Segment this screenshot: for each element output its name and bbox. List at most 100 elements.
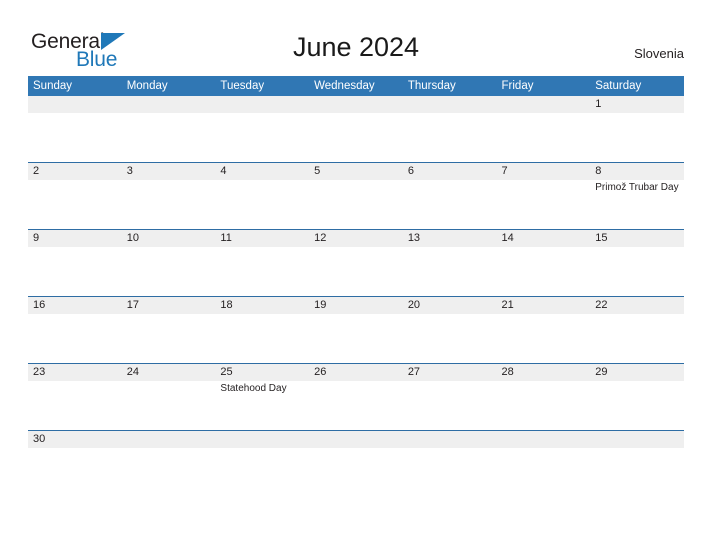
day-event <box>309 113 403 162</box>
week-event-band: Statehood Day <box>28 381 684 430</box>
day-event: Primož Trubar Day <box>595 182 679 193</box>
day-number[interactable] <box>403 96 497 113</box>
region-label: Slovenia <box>634 46 684 61</box>
day-event <box>497 314 591 363</box>
day-number[interactable]: 27 <box>403 364 497 381</box>
day-event: Statehood Day <box>220 383 287 394</box>
day-event <box>122 113 216 162</box>
day-event <box>309 247 403 296</box>
day-number[interactable] <box>215 96 309 113</box>
day-event <box>28 314 122 363</box>
week-daynumber-band: 23 24 25 26 27 28 29 <box>28 364 684 381</box>
week-event-band <box>28 113 684 162</box>
day-number[interactable]: 11 <box>215 230 309 247</box>
day-event <box>497 247 591 296</box>
day-number[interactable]: 13 <box>403 230 497 247</box>
day-number[interactable]: 24 <box>122 364 216 381</box>
day-number[interactable] <box>215 431 309 448</box>
day-event <box>309 381 403 430</box>
day-event <box>28 180 122 229</box>
calendar-grid: Sunday Monday Tuesday Wednesday Thursday… <box>28 76 684 448</box>
day-number[interactable]: 5 <box>309 163 403 180</box>
day-number[interactable]: 17 <box>122 297 216 314</box>
day-number[interactable]: 19 <box>309 297 403 314</box>
day-number[interactable]: 26 <box>309 364 403 381</box>
day-number[interactable]: 20 <box>403 297 497 314</box>
page-header: General Blue June 2024 Slovenia <box>0 0 712 76</box>
day-number[interactable]: 9 <box>28 230 122 247</box>
day-number[interactable]: 29 <box>590 364 684 381</box>
weekday-header-thursday: Thursday <box>407 80 456 92</box>
day-event <box>122 180 216 229</box>
day-event <box>309 180 403 229</box>
day-number[interactable]: 22 <box>590 297 684 314</box>
day-event <box>28 113 122 162</box>
day-event <box>215 113 309 162</box>
week-daynumber-band: 1 <box>28 96 684 113</box>
day-number[interactable]: 7 <box>497 163 591 180</box>
day-event <box>403 314 497 363</box>
day-event <box>309 314 403 363</box>
week-row: 9 10 11 12 13 14 15 <box>28 229 684 296</box>
day-number[interactable] <box>403 431 497 448</box>
weekday-header-row: Sunday Monday Tuesday Wednesday Thursday… <box>28 76 684 96</box>
day-number[interactable] <box>590 431 684 448</box>
day-number[interactable]: 10 <box>122 230 216 247</box>
day-event <box>590 314 684 363</box>
day-number[interactable]: 8 <box>590 163 684 180</box>
week-daynumber-band: 9 10 11 12 13 14 15 <box>28 230 684 247</box>
week-row: 1 <box>28 96 684 162</box>
day-event <box>28 381 122 430</box>
weekday-header-wednesday: Wednesday <box>314 80 375 92</box>
day-event <box>590 247 684 296</box>
day-event <box>215 314 309 363</box>
day-event <box>590 381 684 430</box>
day-number[interactable]: 16 <box>28 297 122 314</box>
weekday-header-tuesday: Tuesday <box>220 80 265 92</box>
day-number[interactable]: 2 <box>28 163 122 180</box>
day-number[interactable] <box>28 96 122 113</box>
day-number[interactable] <box>497 431 591 448</box>
day-number[interactable]: 30 <box>28 431 122 448</box>
week-event-band: Primož Trubar Day <box>28 180 684 229</box>
day-number[interactable]: 15 <box>590 230 684 247</box>
weekday-header-friday: Friday <box>501 80 534 92</box>
page-title: June 2024 <box>292 32 420 62</box>
day-number[interactable]: 21 <box>497 297 591 314</box>
day-number[interactable]: 14 <box>497 230 591 247</box>
week-event-band <box>28 247 684 296</box>
weekday-header-monday: Monday <box>126 80 168 92</box>
day-number[interactable]: 3 <box>122 163 216 180</box>
day-event <box>403 180 497 229</box>
day-number[interactable] <box>122 96 216 113</box>
week-event-band <box>28 314 684 363</box>
day-event <box>590 113 684 162</box>
week-row: 30 <box>28 430 684 448</box>
day-number[interactable]: 4 <box>215 163 309 180</box>
week-daynumber-band: 30 <box>28 431 684 448</box>
day-event <box>497 113 591 162</box>
day-event <box>122 247 216 296</box>
week-row: 16 17 18 19 20 21 22 <box>28 296 684 363</box>
day-event <box>28 247 122 296</box>
day-number[interactable] <box>122 431 216 448</box>
day-event <box>403 247 497 296</box>
week-row: 23 24 25 26 27 28 29 Statehood Day <box>28 363 684 430</box>
week-row: 2 3 4 5 6 7 8 Primož Trubar Day <box>28 162 684 229</box>
day-event <box>497 180 591 229</box>
week-daynumber-band: 2 3 4 5 6 7 8 <box>28 163 684 180</box>
day-number[interactable]: 25 <box>215 364 309 381</box>
day-number[interactable] <box>497 96 591 113</box>
day-number[interactable]: 18 <box>215 297 309 314</box>
day-event <box>215 247 309 296</box>
day-number[interactable]: 23 <box>28 364 122 381</box>
day-number[interactable]: 28 <box>497 364 591 381</box>
day-number[interactable]: 12 <box>309 230 403 247</box>
day-number[interactable]: 6 <box>403 163 497 180</box>
day-number[interactable] <box>309 431 403 448</box>
day-event <box>122 314 216 363</box>
day-event <box>122 381 216 430</box>
day-number[interactable] <box>309 96 403 113</box>
day-number[interactable]: 1 <box>590 96 684 113</box>
week-daynumber-band: 16 17 18 19 20 21 22 <box>28 297 684 314</box>
